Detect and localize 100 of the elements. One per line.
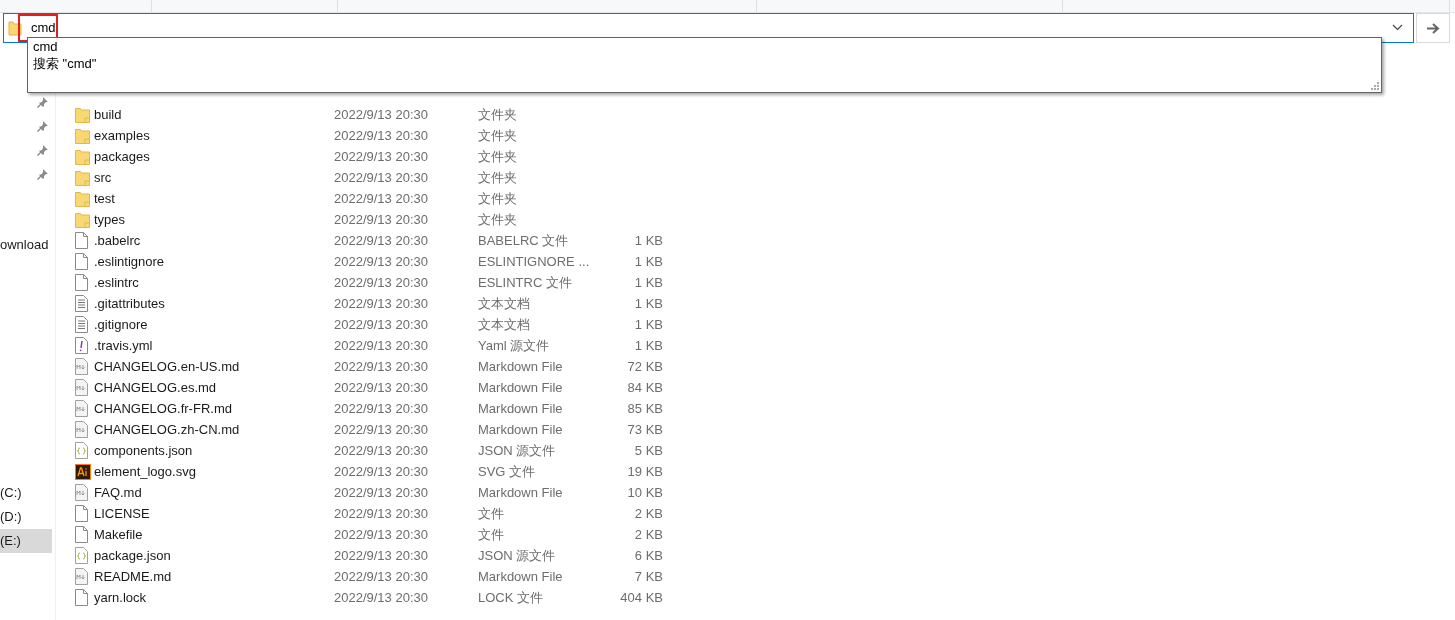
navigation-item[interactable]: (D:) — [0, 505, 52, 529]
modified-date: 2022/9/13 20:30 — [334, 148, 428, 164]
file-type: 文件 — [478, 505, 504, 521]
chevron-down-icon[interactable] — [1392, 24, 1403, 31]
file-type: Markdown File — [478, 484, 563, 500]
resize-grip-icon[interactable] — [1371, 82, 1379, 90]
file-size: 84 KB — [627, 379, 663, 395]
file-size: 1 KB — [634, 232, 663, 248]
file-name[interactable]: CHANGELOG.en-US.md — [94, 358, 240, 374]
file-size: 1 KB — [634, 337, 663, 353]
markdown-file-icon — [75, 379, 88, 396]
markdown-file-icon — [75, 484, 88, 501]
file-name[interactable]: packages — [94, 148, 150, 164]
navigation-item[interactable]: ownload — [0, 235, 52, 255]
file-name[interactable]: components.json — [94, 442, 193, 458]
file-name[interactable]: CHANGELOG.zh-CN.md — [94, 421, 240, 437]
markdown-file-icon — [75, 568, 88, 585]
file-icon — [75, 232, 88, 249]
json-file-icon — [75, 442, 88, 459]
file-name[interactable]: types — [94, 211, 126, 227]
file-name[interactable]: README.md — [94, 568, 172, 584]
navigation-item[interactable]: (C:) — [0, 481, 52, 505]
file-type: ESLINTRC 文件 — [478, 274, 572, 290]
file-type: 文本文档 — [478, 295, 530, 311]
file-icon — [75, 526, 88, 543]
file-type: Markdown File — [478, 421, 563, 437]
modified-date: 2022/9/13 20:30 — [334, 169, 428, 185]
pin-icon — [37, 144, 49, 156]
file-name[interactable]: yarn.lock — [94, 589, 147, 605]
file-size: 404 KB — [620, 589, 663, 605]
file-type: 文件夹 — [478, 169, 517, 185]
file-name[interactable]: package.json — [94, 547, 171, 563]
file-name[interactable]: CHANGELOG.fr-FR.md — [94, 400, 232, 416]
file-type: Yaml 源文件 — [478, 337, 550, 353]
markdown-file-icon — [75, 400, 88, 417]
file-size: 73 KB — [627, 421, 663, 437]
modified-date: 2022/9/13 20:30 — [334, 337, 428, 353]
file-size: 1 KB — [634, 295, 663, 311]
file-size: 85 KB — [627, 400, 663, 416]
json-file-icon — [75, 547, 88, 564]
file-type: BABELRC 文件 — [478, 232, 569, 248]
suggestion-item[interactable]: 搜索 "cmd" — [33, 55, 97, 72]
file-icon — [75, 274, 88, 291]
file-type: Markdown File — [478, 400, 563, 416]
file-name[interactable]: CHANGELOG.es.md — [94, 379, 217, 395]
file-name[interactable]: .gitattributes — [94, 295, 165, 311]
modified-date: 2022/9/13 20:30 — [334, 463, 428, 479]
file-size: 1 KB — [634, 316, 663, 332]
navigation-item[interactable]: (E:) — [0, 529, 52, 553]
file-size: 2 KB — [634, 526, 663, 542]
file-name[interactable]: test — [94, 190, 115, 206]
file-name[interactable]: LICENSE — [94, 505, 150, 521]
file-size: 19 KB — [627, 463, 663, 479]
file-type: JSON 源文件 — [478, 442, 556, 458]
modified-date: 2022/9/13 20:30 — [334, 421, 428, 437]
file-type: JSON 源文件 — [478, 547, 556, 563]
file-type: 文件夹 — [478, 127, 517, 143]
file-name[interactable]: build — [94, 106, 122, 122]
file-type: 文件 — [478, 526, 504, 542]
pin-icon — [37, 120, 49, 132]
folder-icon — [75, 148, 90, 165]
file-name[interactable]: .eslintignore — [94, 253, 165, 269]
modified-date: 2022/9/13 20:30 — [334, 547, 428, 563]
illustrator-file-icon — [75, 463, 91, 480]
folder-icon — [75, 106, 90, 123]
modified-date: 2022/9/13 20:30 — [334, 127, 428, 143]
text-file-icon — [75, 295, 88, 312]
modified-date: 2022/9/13 20:30 — [334, 253, 428, 269]
file-size: 2 KB — [634, 505, 663, 521]
file-type: SVG 文件 — [478, 463, 536, 479]
modified-date: 2022/9/13 20:30 — [334, 190, 428, 206]
file-type: ESLINTIGNORE ... — [478, 253, 590, 269]
folder-icon — [75, 190, 90, 207]
file-size: 1 KB — [634, 274, 663, 290]
file-type: Markdown File — [478, 568, 563, 584]
file-type: Markdown File — [478, 358, 563, 374]
modified-date: 2022/9/13 20:30 — [334, 274, 428, 290]
modified-date: 2022/9/13 20:30 — [334, 211, 428, 227]
folder-icon — [75, 127, 90, 144]
file-name[interactable]: element_logo.svg — [94, 463, 196, 479]
go-button[interactable] — [1416, 13, 1450, 43]
folder-icon — [75, 169, 90, 186]
file-type: 文件夹 — [478, 148, 517, 164]
file-name[interactable]: .travis.yml — [94, 337, 153, 353]
file-name[interactable]: examples — [94, 127, 150, 143]
file-name[interactable]: .babelrc — [94, 232, 141, 248]
file-name[interactable]: src — [94, 169, 112, 185]
modified-date: 2022/9/13 20:30 — [334, 295, 428, 311]
file-name[interactable]: Makefile — [94, 526, 143, 542]
modified-date: 2022/9/13 20:30 — [334, 526, 428, 542]
file-name[interactable]: .eslintrc — [94, 274, 139, 290]
file-type: 文件夹 — [478, 106, 517, 122]
modified-date: 2022/9/13 20:30 — [334, 484, 428, 500]
file-type: 文件夹 — [478, 190, 517, 206]
file-icon — [75, 253, 88, 270]
pin-icon — [37, 96, 49, 108]
file-name[interactable]: .gitignore — [94, 316, 148, 332]
address-text: cmd — [31, 19, 56, 38]
modified-date: 2022/9/13 20:30 — [334, 400, 428, 416]
file-name[interactable]: FAQ.md — [94, 484, 142, 500]
